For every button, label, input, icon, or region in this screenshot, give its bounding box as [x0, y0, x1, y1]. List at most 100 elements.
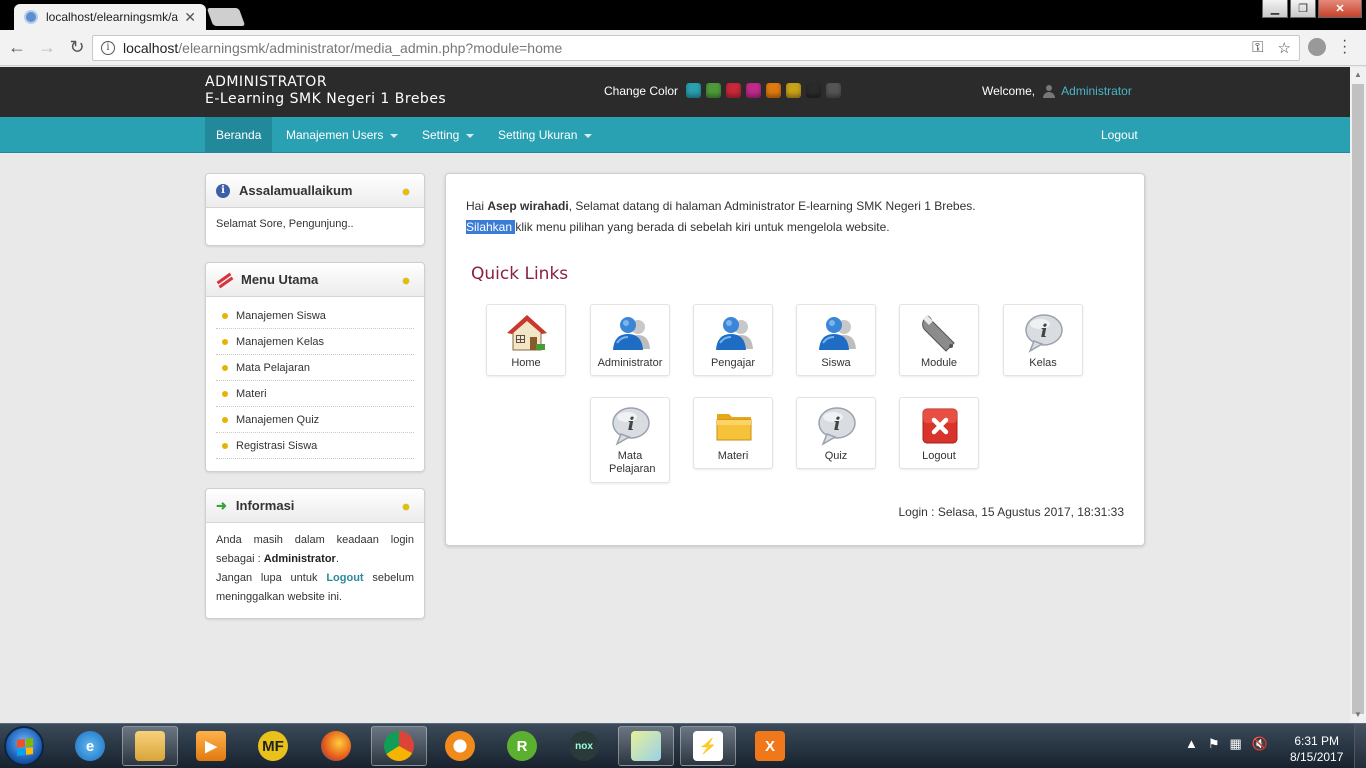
nav-label: Logout	[1101, 128, 1138, 142]
quick-link-home[interactable]: Home	[486, 304, 566, 376]
scroll-down-icon[interactable]: ▼	[1350, 707, 1366, 723]
taskbar-clock[interactable]: 6:31 PM 8/15/2017	[1290, 733, 1343, 765]
taskbar-firefox[interactable]	[308, 726, 364, 766]
site-info-icon[interactable]: i	[101, 41, 115, 55]
main-nav: Beranda Manajemen Users Setting Setting …	[0, 117, 1350, 153]
nav-beranda[interactable]: Beranda	[205, 117, 273, 153]
taskbar-mf-app[interactable]: MF	[245, 726, 301, 766]
start-button[interactable]	[4, 726, 44, 766]
scroll-up-icon[interactable]: ▲	[1350, 67, 1366, 83]
bookmark-star-icon[interactable]: ☆	[1278, 39, 1291, 57]
color-swatch[interactable]	[786, 83, 802, 98]
tray-expand-icon[interactable]: ▲	[1185, 736, 1198, 752]
bullet-icon	[222, 364, 228, 371]
menu-list: Manajemen Siswa Manajemen Kelas Mata Pelaj…	[206, 297, 424, 463]
forward-button[interactable]: →	[34, 37, 60, 58]
color-swatch[interactable]	[726, 83, 742, 98]
extension-icon[interactable]	[1308, 38, 1326, 56]
nav-manajemen-users[interactable]: Manajemen Users	[275, 117, 409, 153]
info-text: Anda masih dalam keadaan login sebagai :…	[206, 523, 424, 615]
info-box-header: ➜ Informasi	[206, 489, 424, 523]
filezilla-icon: ⚡	[693, 731, 723, 761]
quick-link-label: Materi	[717, 450, 749, 462]
nav-setting[interactable]: Setting	[411, 117, 485, 153]
taskbar-notes-app[interactable]	[618, 726, 674, 766]
menu-item[interactable]: Mata Pelajaran	[216, 355, 414, 381]
info-bubble-icon: i	[1024, 313, 1064, 353]
new-tab-button[interactable]	[206, 8, 246, 26]
close-window-button[interactable]: ✕	[1318, 0, 1362, 18]
bullet-icon	[222, 416, 228, 423]
menu-item[interactable]: Registrasi Siswa	[216, 433, 414, 459]
brand-line1: ADMINISTRATOR	[205, 74, 328, 90]
menu-item[interactable]: Materi	[216, 381, 414, 407]
scroll-thumb[interactable]	[1352, 84, 1364, 714]
reload-button[interactable]: ↻	[64, 37, 90, 58]
restore-button[interactable]: ❐	[1290, 0, 1316, 18]
menu-item[interactable]: Manajemen Quiz	[216, 407, 414, 433]
taskbar-nox[interactable]: nox	[556, 726, 612, 766]
tab-close-icon[interactable]: ✕	[184, 9, 196, 26]
chrome-icon	[384, 731, 414, 761]
mf-app-icon: MF	[258, 731, 288, 761]
vpn-app-icon	[445, 731, 475, 761]
page-scrollbar[interactable]: ▲ ▼	[1350, 67, 1366, 723]
taskbar-r-app[interactable]: R	[494, 726, 550, 766]
bullet-icon	[222, 312, 228, 319]
key-icon[interactable]: ⚿	[1252, 39, 1263, 57]
color-swatch[interactable]	[746, 83, 762, 98]
color-swatch[interactable]	[826, 83, 842, 98]
site-header: ADMINISTRATOR E-Learning SMK Negeri 1 Br…	[0, 67, 1350, 117]
taskbar-vpn-app[interactable]	[432, 726, 488, 766]
url-path: /elearningsmk/administrator/media_admin.…	[178, 40, 563, 56]
menu-item[interactable]: Manajemen Kelas	[216, 329, 414, 355]
bullet-icon	[222, 338, 228, 345]
nav-setting-ukuran[interactable]: Setting Ukuran	[487, 117, 603, 153]
folder-icon	[714, 406, 754, 446]
minimize-button[interactable]: ▁	[1262, 0, 1288, 18]
taskbar-file-explorer[interactable]	[122, 726, 178, 766]
quick-link-materi[interactable]: Materi	[693, 397, 773, 469]
quick-link-logout[interactable]: Logout	[899, 397, 979, 469]
info-bubble-icon: i	[817, 406, 857, 446]
taskbar-internet-explorer[interactable]: e	[62, 726, 118, 766]
color-swatch[interactable]	[806, 83, 822, 98]
taskbar-chrome[interactable]	[371, 726, 427, 766]
color-swatch[interactable]	[686, 83, 702, 98]
color-swatch[interactable]	[766, 83, 782, 98]
show-desktop-button[interactable]	[1354, 724, 1366, 768]
browser-tab[interactable]: localhost/elearningsmk/a ✕	[14, 4, 206, 30]
quick-link-label: Siswa	[821, 357, 851, 369]
browser-menu-icon[interactable]: · · ·	[1342, 33, 1347, 61]
taskbar-media-player[interactable]: ▶	[183, 726, 239, 766]
quick-link-module[interactable]: Module	[899, 304, 979, 376]
volume-muted-icon[interactable]: 🔇	[1252, 736, 1268, 752]
quick-link-label: Home	[511, 357, 541, 369]
menu-item[interactable]: Manajemen Siswa	[216, 303, 414, 329]
quick-link-quiz[interactable]: i Quiz	[796, 397, 876, 469]
color-swatch[interactable]	[706, 83, 722, 98]
quick-link-kelas[interactable]: i Kelas	[1003, 304, 1083, 376]
info-logout-link[interactable]: Logout	[326, 572, 363, 584]
taskbar-xampp[interactable]: X	[742, 726, 798, 766]
network-icon[interactable]: ▦	[1230, 736, 1242, 752]
quick-link-label: Pengajar	[710, 357, 756, 369]
info-text-part: .	[335, 553, 339, 565]
back-button[interactable]: ←	[4, 37, 30, 58]
taskbar-filezilla[interactable]: ⚡	[680, 726, 736, 766]
nav-label: Manajemen Users	[286, 128, 384, 142]
quick-link-pengajar[interactable]: Pengajar	[693, 304, 773, 376]
user-link[interactable]: Administrator	[1061, 84, 1132, 98]
menu-box-header: Menu Utama	[206, 263, 424, 297]
nav-logout[interactable]: Logout	[1090, 117, 1149, 153]
change-color-label: Change Color	[604, 83, 679, 98]
action-center-flag-icon[interactable]: ⚑	[1208, 736, 1220, 752]
selected-text: Silahkan	[466, 220, 516, 234]
menu-item-label: Manajemen Quiz	[236, 413, 320, 426]
quick-link-label: Mata Pelajaran	[609, 450, 656, 475]
address-bar[interactable]: i localhost/elearningsmk/administrator/m…	[92, 35, 1300, 61]
quick-link-administrator[interactable]: Administrator	[590, 304, 670, 376]
quick-link-siswa[interactable]: Siswa	[796, 304, 876, 376]
quick-link-mata-pelajaran[interactable]: i Mata Pelajaran	[590, 397, 670, 483]
users-icon	[714, 313, 754, 353]
